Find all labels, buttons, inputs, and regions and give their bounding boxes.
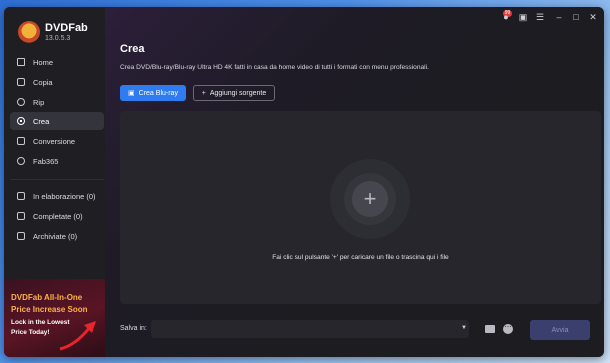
sidebar-item-label: Home: [33, 57, 54, 67]
sidebar-item-label: Copia: [33, 77, 53, 87]
convert-icon: [17, 137, 25, 145]
drop-hint-text: Fai clic sul pulsante '+' per caricare u…: [272, 254, 449, 261]
sidebar-item-label: Archiviate (0): [33, 231, 78, 241]
rip-icon: [17, 98, 25, 106]
plus-icon: +: [201, 89, 206, 97]
disc-icon: ▣: [128, 90, 135, 97]
add-source-label: Aggiungi sorgente: [209, 89, 267, 97]
sidebar-item-label: Conversione: [33, 136, 76, 146]
add-file-icon[interactable]: +: [352, 181, 388, 217]
sidebar-item-copia[interactable]: Copia: [10, 73, 104, 91]
sidebar-item-rip[interactable]: Rip: [10, 93, 104, 111]
app-window: DVDFab 13.0.5.3 Home Copia Rip Crea Conv…: [4, 7, 604, 357]
app-brand: DVDFab: [45, 22, 88, 34]
maximize-icon[interactable]: □: [571, 12, 581, 22]
sidebar-divider: [10, 179, 104, 180]
sidebar-item-crea[interactable]: Crea: [10, 112, 104, 130]
create-bluray-label: Crea Blu-ray: [138, 89, 178, 97]
close-icon[interactable]: ✕: [588, 12, 598, 22]
sidebar-item-fab365[interactable]: Fab365: [10, 152, 104, 170]
sidebar-item-conversione[interactable]: Conversione: [10, 132, 104, 150]
sidebar-item-home[interactable]: Home: [10, 53, 104, 71]
create-icon: [17, 117, 25, 125]
add-file-ring: +: [330, 159, 410, 239]
sidebar-item-in-elaborazione[interactable]: In elaborazione (0): [10, 187, 104, 205]
dvdfab-logo-icon: [18, 21, 40, 43]
more-options-icon[interactable]: ⋯: [503, 324, 513, 334]
processing-icon: [17, 192, 25, 200]
minimize-icon[interactable]: –: [554, 12, 564, 22]
main-panel: 99 ● ▣ ☰ – □ ✕ Crea Crea DVD/Blu-ray/Blu…: [105, 7, 604, 357]
promo-arrow-icon: [59, 321, 96, 351]
promo-headline: DVDFab All-In-One: [11, 293, 83, 302]
home-icon: [17, 58, 25, 66]
folder-icon[interactable]: [485, 325, 495, 333]
fab365-icon: [17, 157, 25, 165]
sidebar-item-label: Crea: [33, 116, 50, 126]
menu-icon[interactable]: ☰: [535, 12, 545, 22]
promo-subheadline: Price Increase Soon: [11, 305, 88, 314]
sidebar-item-completate[interactable]: Completate (0): [10, 207, 104, 225]
add-file-ring-inner: +: [344, 173, 396, 225]
promo-banner[interactable]: DVDFab All-In-One Price Increase Soon Lo…: [4, 279, 105, 357]
save-location-select[interactable]: [151, 320, 469, 338]
save-location-label: Salva in:: [120, 325, 147, 332]
sidebar-item-label: In elaborazione (0): [33, 191, 96, 201]
promo-text-line2: Price Today!: [11, 329, 50, 336]
sidebar: DVDFab 13.0.5.3 Home Copia Rip Crea Conv…: [4, 7, 105, 357]
tray-icon[interactable]: ▣: [518, 12, 528, 22]
chevron-down-icon[interactable]: ▼: [461, 325, 467, 331]
sidebar-item-label: Fab365: [33, 156, 59, 166]
archived-icon: [17, 232, 25, 240]
page-title: Crea: [120, 43, 145, 55]
sidebar-item-label: Completate (0): [33, 211, 83, 221]
create-bluray-button[interactable]: ▣ Crea Blu-ray: [120, 85, 186, 101]
sidebar-item-archiviate[interactable]: Archiviate (0): [10, 227, 104, 245]
completed-icon: [17, 212, 25, 220]
copy-icon: [17, 78, 25, 86]
page-subtitle: Crea DVD/Blu-ray/Blu-ray Ultra HD 4K fat…: [120, 64, 429, 71]
start-button[interactable]: Avvia: [530, 320, 590, 340]
notification-icon[interactable]: ●: [501, 12, 511, 22]
app-version: 13.0.5.3: [45, 35, 71, 42]
add-source-button[interactable]: + Aggiungi sorgente: [193, 85, 275, 101]
sidebar-item-label: Rip: [33, 97, 45, 107]
drop-zone[interactable]: + Fai clic sul pulsante '+' per caricare…: [120, 111, 601, 304]
